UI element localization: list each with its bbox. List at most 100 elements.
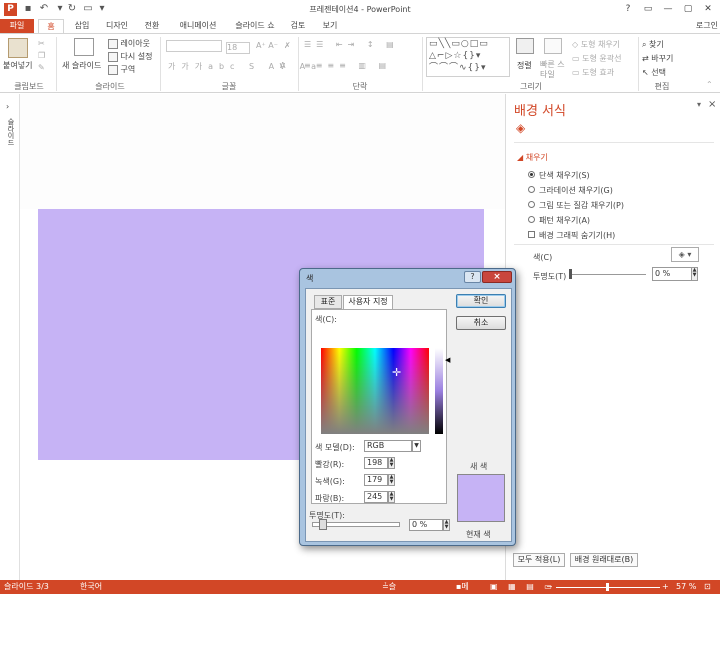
shape-fill-button[interactable]: ◇ 도형 채우기 (572, 39, 620, 50)
transparency-label: 투명도(T) (533, 272, 567, 281)
close-button[interactable]: ✕ (698, 2, 718, 16)
color-label: 색(C) (533, 253, 553, 262)
transparency-spinner[interactable]: ▲ ▼ (691, 267, 698, 281)
arrange-icon[interactable] (516, 38, 534, 54)
paste-button[interactable]: 붙여넣기 (3, 60, 32, 71)
pane-divider (514, 244, 714, 245)
new-color-swatch (457, 474, 505, 522)
ok-button[interactable]: 확인 (456, 294, 506, 308)
green-input[interactable]: 179 (364, 474, 388, 486)
help-button[interactable]: ? (618, 2, 638, 16)
slide-counter[interactable]: 슬라이드 3/3 (4, 580, 49, 594)
clear-format-icon[interactable]: ✗ (284, 41, 291, 50)
quick-styles-icon[interactable] (544, 38, 562, 54)
zoom-in-icon[interactable]: + (662, 580, 669, 594)
shapes-gallery[interactable]: ▭╲╲▭○□▭ △⌐▷☆{}▾ ⌒⌒⌒∿{}▾ (426, 37, 510, 77)
color-model-select[interactable]: RGB (364, 440, 412, 452)
minimize-button[interactable]: — (658, 2, 678, 16)
zoom-slider-thumb[interactable] (606, 583, 609, 591)
zoom-out-icon[interactable]: − (546, 580, 553, 594)
fill-section-header[interactable]: ◢ 채우기 (517, 152, 548, 163)
copy-icon[interactable]: ❐ (38, 51, 45, 60)
reset-background-button[interactable]: 배경 원래대로(B) (570, 553, 638, 567)
luminance-arrow-icon[interactable]: ◀ (445, 356, 450, 364)
tab-insert[interactable]: 삽입 (68, 19, 96, 33)
fit-slide-icon[interactable]: ⊡ (704, 580, 711, 594)
new-slide-button[interactable]: 새 슬라이드 (62, 60, 101, 71)
find-button[interactable]: ⌕ 찾기 (642, 39, 664, 50)
tab-home[interactable]: 홈 (38, 19, 64, 33)
align-icons[interactable]: ≡≡≡≡ ▥ ▤ (304, 61, 391, 70)
apply-all-button[interactable]: 모두 적용(L) (513, 553, 565, 567)
pane-title: 배경 서식 (514, 104, 566, 119)
transparency-input[interactable]: 0 % (652, 267, 692, 281)
green-spinner[interactable]: ▲ ▼ (388, 474, 395, 486)
pane-close-icon[interactable]: × (708, 99, 716, 110)
tab-standard[interactable]: 표준 (314, 295, 342, 309)
zoom-level[interactable]: 57 % (676, 580, 696, 594)
dialog-close-button[interactable]: × (482, 271, 512, 283)
ribbon-display-button[interactable]: ▭ (638, 2, 658, 16)
maximize-button[interactable]: ▢ (678, 2, 698, 16)
comments-button[interactable]: ▪ 메모 (456, 580, 469, 605)
language-status[interactable]: 한국어 (80, 580, 102, 594)
login-link[interactable]: 로그인 (696, 19, 718, 33)
radio-pattern[interactable] (528, 216, 535, 223)
dialog-transparency-spinner[interactable]: ▲ ▼ (443, 519, 450, 531)
layout-button[interactable]: 레이아웃 (108, 38, 150, 49)
red-spinner[interactable]: ▲ ▼ (388, 457, 395, 469)
tab-custom[interactable]: 사용자 지정 (343, 295, 393, 310)
color-picker-button[interactable]: ◈ ▾ (671, 247, 699, 262)
format-painter-icon[interactable]: ✎ (38, 63, 45, 72)
group-label-slides: 슬라이드 (95, 82, 125, 91)
font-color-icon[interactable]: A (280, 61, 285, 70)
shape-effects-button[interactable]: ▭ 도형 효과 (572, 67, 614, 78)
tab-review[interactable]: 검토 (284, 19, 312, 33)
hide-bg-label: 배경 그래픽 숨기기(H) (539, 231, 616, 240)
reset-button[interactable]: 다시 설정 (108, 51, 153, 62)
hide-bg-checkbox[interactable] (528, 231, 535, 238)
list-icons[interactable]: ☰☰ ⇤⇥ ↕ ▤ (304, 40, 399, 49)
blue-spinner[interactable]: ▲ ▼ (388, 491, 395, 503)
cancel-button[interactable]: 취소 (456, 316, 506, 330)
collapse-ribbon-icon[interactable]: ⌃ (706, 80, 713, 89)
cut-icon[interactable]: ✂ (38, 39, 45, 48)
fill-option-solid-label: 단색 채우기(S) (539, 171, 590, 180)
luminance-bar[interactable] (435, 348, 443, 434)
notes-button[interactable]: ≟ 슬라이드 노트 (382, 580, 396, 661)
font-size-input[interactable]: 18 (226, 42, 250, 54)
blue-input[interactable]: 245 (364, 491, 388, 503)
paste-icon[interactable] (8, 38, 28, 58)
replace-button[interactable]: ⇄ 바꾸기 (642, 53, 673, 64)
tab-file[interactable]: 파일 (0, 19, 34, 33)
dialog-help-button[interactable]: ? (464, 271, 481, 283)
new-slide-icon[interactable] (74, 38, 94, 56)
reset-label: 다시 설정 (120, 52, 153, 61)
tab-animations[interactable]: 애니메이션 (170, 19, 226, 33)
tab-view[interactable]: 보기 (316, 19, 344, 33)
radio-gradient[interactable] (528, 186, 535, 193)
tab-transitions[interactable]: 전환 (138, 19, 166, 33)
expand-thumbnails-icon[interactable]: › (6, 102, 9, 111)
increase-font-icon[interactable]: A⁺ A⁻ (256, 41, 278, 50)
radio-solid[interactable] (528, 171, 535, 178)
arrange-button[interactable]: 정렬 (517, 60, 532, 71)
quick-styles-button[interactable]: 빠른 스타일 (540, 60, 566, 80)
tab-slideshow[interactable]: 슬라이드 쇼 (230, 19, 280, 33)
dialog-transparency-input[interactable]: 0 % (409, 519, 443, 531)
select-button[interactable]: ↖ 선택 (642, 67, 666, 78)
section-button[interactable]: 구역 (108, 64, 135, 75)
pane-options-icon[interactable]: ▾ (697, 100, 701, 109)
transparency-slider[interactable] (570, 274, 646, 275)
red-input[interactable]: 198 (364, 457, 388, 469)
color-spectrum[interactable] (321, 348, 429, 434)
shape-outline-button[interactable]: ▭ 도형 윤곽선 (572, 53, 621, 64)
fill-bucket-icon[interactable]: ◈ (516, 121, 525, 135)
tab-design[interactable]: 디자인 (100, 19, 134, 33)
dialog-transparency-thumb[interactable] (319, 519, 327, 530)
radio-picture[interactable] (528, 201, 535, 208)
group-label-editing: 편집 (654, 82, 670, 91)
transparency-slider-thumb[interactable] (569, 269, 572, 279)
color-model-dropdown-icon[interactable]: ▼ (412, 440, 421, 452)
font-name-input[interactable] (166, 40, 222, 52)
